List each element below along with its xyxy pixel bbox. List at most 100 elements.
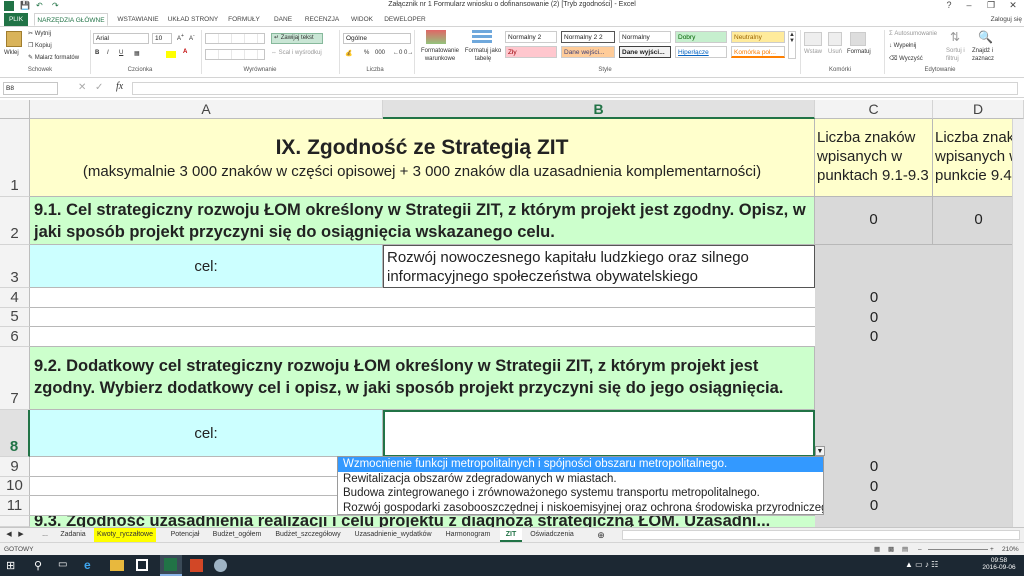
excel-taskbar-button[interactable] — [160, 555, 182, 576]
empty-row-5[interactable] — [30, 308, 815, 327]
row-header-12[interactable] — [0, 516, 30, 527]
tab-developer[interactable]: DEWELOPER — [382, 13, 428, 26]
sheet-tab-budzet-szczegolowy[interactable]: Budżet_szczegółowy — [270, 528, 346, 542]
chars-count-c6[interactable]: 0 — [815, 327, 933, 347]
format-painter-button[interactable]: ✎ Malarz formatów — [28, 54, 79, 61]
edge-icon[interactable]: e — [84, 558, 98, 572]
chars-count-c2[interactable]: 0 — [815, 197, 933, 245]
copy-button[interactable]: ❐ Kopiuj — [28, 42, 52, 49]
style-linked-cell[interactable]: Komórka poł... — [731, 46, 785, 58]
dropdown-option[interactable]: Budowa zintegrowanego i zrównoważonego s… — [338, 486, 823, 501]
dropdown-arrow-icon[interactable]: ▼ — [815, 446, 825, 456]
chars-count-header-c[interactable]: Liczba znaków wpisanych w punktach 9.1-9… — [815, 119, 933, 197]
sheet-tab-oswiadczenia[interactable]: Oświadczenia — [526, 528, 578, 542]
insert-cells-icon[interactable] — [804, 32, 822, 46]
row-header-4[interactable]: 4 — [0, 288, 30, 308]
cancel-icon[interactable]: ✕ — [78, 82, 86, 93]
format-cells-button[interactable]: Formatuj — [847, 49, 871, 55]
sort-filter-button[interactable]: Sortuj i filtruj — [946, 47, 970, 63]
cut-button[interactable]: ✂ Wytnij — [28, 30, 51, 37]
tab-data[interactable]: DANE — [268, 13, 298, 26]
zoom-slider[interactable] — [928, 549, 988, 550]
row-header-1[interactable]: 1 — [0, 119, 30, 197]
undo-icon[interactable]: ↶ — [36, 1, 43, 10]
borders-icon[interactable]: ▦ — [134, 50, 140, 57]
add-sheet-icon[interactable]: ⊕ — [596, 528, 606, 542]
merge-center-button[interactable]: ⇔ Scal i wyśrodkuj — [271, 50, 322, 56]
sheet-tab-potencjal[interactable]: Potencjał — [164, 528, 206, 542]
font-name-select[interactable]: Arial — [93, 33, 149, 44]
goal-label-cell-2[interactable]: cel: — [30, 410, 383, 457]
vertical-scrollbar[interactable] — [1012, 119, 1024, 527]
style-good[interactable]: Dobry — [675, 31, 727, 43]
sheet-tab-kwoty[interactable]: Kwoty_ryczałtowe — [94, 528, 156, 542]
paste-icon[interactable] — [6, 31, 22, 47]
row-header-7[interactable]: 7 — [0, 347, 30, 410]
task-view-icon[interactable]: ▭ — [58, 559, 67, 570]
tab-prev-icon[interactable]: ◀ — [4, 528, 14, 542]
tab-home[interactable]: NARZĘDZIA GŁÓWNE — [34, 13, 108, 26]
dropdown-option[interactable]: Rewitalizacja obszarów zdegradowanych w … — [338, 472, 823, 487]
find-select-button[interactable]: Znajdź i zaznacz — [972, 47, 1000, 63]
style-normal-2-2[interactable]: Normalny 2 2 — [561, 31, 615, 43]
autosum-button[interactable]: Σ Autosumowanie — [889, 31, 937, 37]
tab-page-layout[interactable]: UKŁAD STRONY — [166, 13, 220, 26]
column-header-a[interactable]: A — [30, 100, 383, 119]
name-box[interactable]: B8 — [3, 82, 58, 95]
bold-button[interactable]: B — [95, 50, 99, 56]
style-bad[interactable]: Zły — [505, 46, 557, 58]
style-output[interactable]: Dane wyjści... — [619, 46, 671, 58]
grow-font-icon[interactable]: A+ — [177, 33, 184, 42]
delete-cells-button[interactable]: Usuń — [828, 49, 842, 55]
sheet-tab-zadania[interactable]: Zadania — [56, 528, 90, 542]
enter-icon[interactable]: ✓ — [95, 82, 103, 93]
chars-count-c11[interactable]: 0 — [815, 496, 933, 516]
fill-color-icon[interactable] — [166, 51, 176, 58]
goal-value-cell[interactable]: Rozwój nowoczesnego kapitału ludzkiego o… — [383, 245, 815, 288]
column-header-b[interactable]: B — [383, 100, 815, 119]
font-size-select[interactable]: 10 — [152, 33, 172, 44]
question-9-1[interactable]: 9.1. Cel strategiczny rozwoju ŁOM określ… — [30, 197, 815, 245]
horizontal-scrollbar[interactable] — [622, 530, 1020, 540]
insert-function-icon[interactable]: fx — [116, 81, 123, 92]
sort-filter-icon[interactable]: ⇅ — [950, 30, 960, 44]
style-input[interactable]: Dane wejści... — [561, 46, 615, 58]
powerpoint-icon[interactable] — [190, 559, 203, 572]
tray-icons[interactable]: ▲ ▭ ♪ ☷ — [905, 560, 938, 569]
save-icon[interactable]: 💾 — [20, 1, 30, 10]
column-header-c[interactable]: C — [815, 100, 933, 119]
help-icon[interactable]: ? — [938, 0, 960, 13]
tab-more-icon[interactable]: ... — [38, 528, 52, 542]
row-header-10[interactable]: 10 — [0, 477, 30, 496]
question-9-3[interactable]: 9.3. Zgodność uzasadnienia realizacji i … — [30, 516, 815, 527]
goal-dropdown-list[interactable]: Wzmocnienie funkcji metropolitalnych i s… — [337, 456, 824, 515]
delete-cells-icon[interactable] — [828, 32, 842, 46]
paste-button[interactable]: Wklej — [4, 50, 19, 56]
tab-review[interactable]: RECENZJA — [302, 13, 342, 26]
sheet-tab-harmonogram[interactable]: Harmonogram — [440, 528, 496, 542]
search-icon[interactable]: ⚲ — [34, 559, 42, 572]
style-neutral[interactable]: Neutralny — [731, 31, 785, 43]
currency-icon[interactable]: 💰 — [345, 50, 352, 57]
chars-count-c4[interactable]: 0 — [815, 288, 933, 308]
tab-view[interactable]: WIDOK — [346, 13, 378, 26]
chars-count-header-d[interactable]: Liczba znaków wpisanych w punkcie 9.4 — [933, 119, 1024, 197]
row-header-11[interactable]: 11 — [0, 496, 30, 516]
conditional-format-icon[interactable] — [426, 30, 446, 44]
column-header-d[interactable]: D — [933, 100, 1024, 119]
chars-count-c10[interactable]: 0 — [815, 477, 933, 496]
vertical-align-icons[interactable] — [205, 33, 265, 44]
row-header-5[interactable]: 5 — [0, 308, 30, 327]
store-icon[interactable] — [136, 559, 148, 571]
question-9-2[interactable]: 9.2. Dodatkowy cel strategiczny rozwoju … — [30, 347, 815, 410]
font-color-icon[interactable]: A — [183, 49, 187, 55]
style-normal[interactable]: Normalny — [619, 31, 671, 43]
restore-icon[interactable]: ❐ — [980, 0, 1002, 13]
close-icon[interactable]: ✕ — [1002, 0, 1024, 13]
styles-scroll-arrows[interactable]: ▲ ▼ — [788, 31, 796, 59]
row-header-8[interactable]: 8 — [0, 410, 30, 457]
insert-cells-button[interactable]: Wstaw — [804, 49, 822, 55]
fill-button[interactable]: ↓ Wypełnij — [889, 43, 916, 49]
horizontal-align-icons[interactable] — [205, 49, 265, 60]
chars-count-c5[interactable]: 0 — [815, 308, 933, 327]
